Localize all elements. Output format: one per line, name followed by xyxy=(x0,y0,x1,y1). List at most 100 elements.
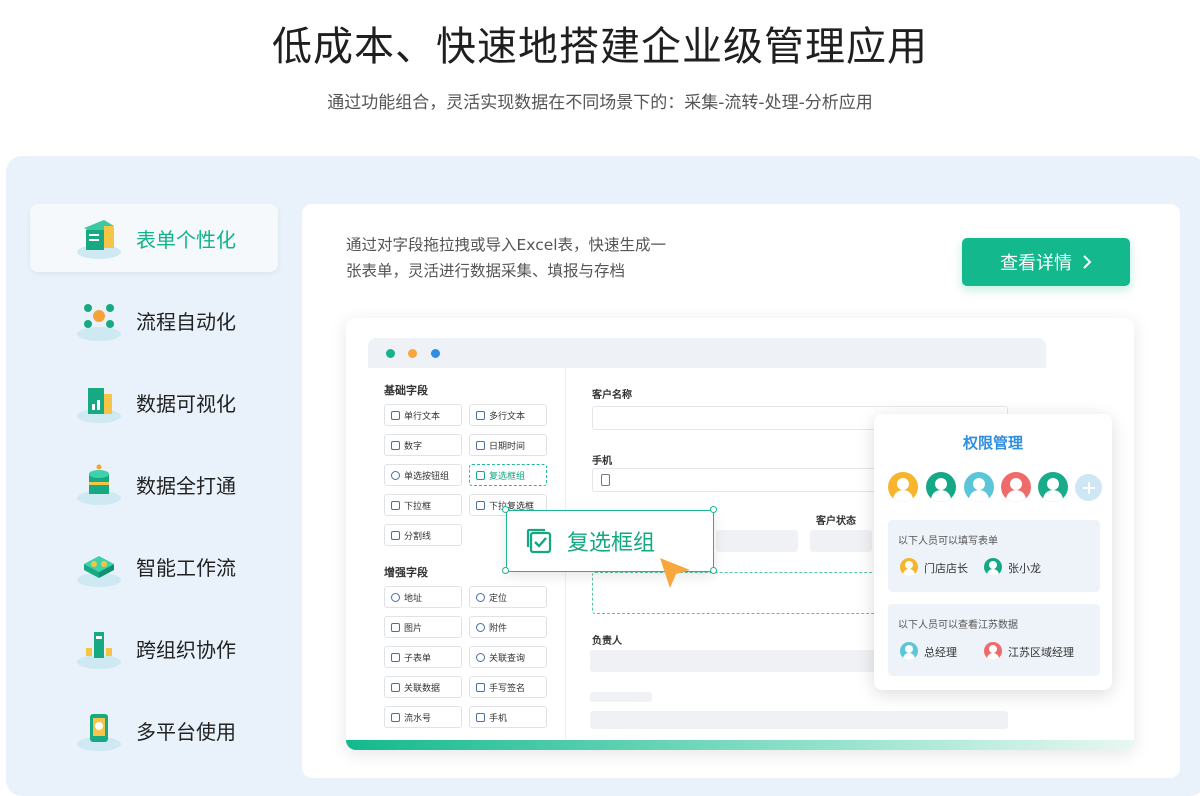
basic-fields-title: 基础字段 xyxy=(384,384,428,397)
nav-item-smart-flow[interactable]: 智能工作流 xyxy=(30,532,278,600)
description-line: 通过对字段拖拉拽或导入Excel表，快速生成一 xyxy=(346,236,667,254)
field-related-query[interactable]: 关联查询 xyxy=(469,646,547,668)
person-name: 门店店长 xyxy=(924,562,968,575)
owner-label: 负责人 xyxy=(592,636,622,647)
cursor-arrow-icon xyxy=(660,558,690,588)
view-permission-box: 以下人员可以查看江苏数据 总经理 江苏区域经理 xyxy=(888,604,1100,676)
field-label: 关联数据 xyxy=(404,683,441,694)
smart-flow-icon xyxy=(74,544,124,588)
divider-icon xyxy=(391,530,400,540)
field-dropdown[interactable]: 下拉框 xyxy=(384,494,462,516)
field-address[interactable]: 地址 xyxy=(384,586,462,608)
field-label: 单行文本 xyxy=(404,411,441,422)
nav-label: 跨组织协作 xyxy=(136,637,236,662)
hero-subtitle: 通过功能组合，灵活实现数据在不同场景下的：采集-流转-处理-分析应用 xyxy=(327,93,873,113)
avatar[interactable] xyxy=(1038,472,1068,502)
plus-icon xyxy=(1082,481,1095,494)
resize-handle[interactable] xyxy=(502,506,509,513)
field-label: 地址 xyxy=(404,593,423,604)
resize-handle[interactable] xyxy=(710,506,717,513)
textarea-icon xyxy=(476,410,485,420)
window-dot xyxy=(408,349,417,358)
advanced-fields-title: 增强字段 xyxy=(384,566,428,579)
nav-item-collaboration[interactable]: 跨组织协作 xyxy=(30,614,278,682)
form-icon xyxy=(74,216,124,260)
field-divider[interactable]: 分割线 xyxy=(384,524,462,546)
window-dot xyxy=(431,349,440,358)
resize-handle[interactable] xyxy=(502,567,509,574)
field-label: 子表单 xyxy=(404,653,432,664)
field-locate[interactable]: 定位 xyxy=(469,586,547,608)
status-select[interactable] xyxy=(810,530,872,552)
resize-handle[interactable] xyxy=(710,567,717,574)
person-name: 张小龙 xyxy=(1008,562,1041,575)
phone-input[interactable] xyxy=(592,468,892,492)
nav-item-visualization[interactable]: 数据可视化 xyxy=(30,368,278,436)
field-checkbox-group[interactable]: 复选框组 xyxy=(469,464,547,486)
field-signature[interactable]: 手写签名 xyxy=(469,676,547,698)
field-radio-group[interactable]: 单选按钮组 xyxy=(384,464,462,486)
field-single-text[interactable]: 单行文本 xyxy=(384,404,462,426)
field-serial-number[interactable]: 流水号 xyxy=(384,706,462,728)
accent-bar xyxy=(346,740,1134,750)
drop-zone[interactable] xyxy=(592,572,882,614)
person-name: 江苏区域经理 xyxy=(1008,646,1074,659)
phone-label: 手机 xyxy=(592,456,612,467)
table-icon xyxy=(391,652,400,662)
nav-label: 表单个性化 xyxy=(136,227,236,252)
form-placeholder xyxy=(716,530,798,552)
window-titlebar xyxy=(368,338,1046,368)
permission-title: 权限管理 xyxy=(962,434,1023,452)
field-subform[interactable]: 子表单 xyxy=(384,646,462,668)
field-label: 多行文本 xyxy=(489,411,526,422)
feature-description: 通过对字段拖拉拽或导入Excel表，快速生成一 张表单，灵活进行数据采集、填报与… xyxy=(346,232,686,284)
dropdown-icon xyxy=(391,500,400,510)
image-icon xyxy=(391,622,400,632)
list-icon xyxy=(476,500,485,510)
workflow-icon xyxy=(74,298,124,342)
field-label: 流水号 xyxy=(404,713,432,724)
field-image[interactable]: 图片 xyxy=(384,616,462,638)
field-label: 定位 xyxy=(489,593,508,604)
serial-icon xyxy=(391,712,400,722)
phone-icon xyxy=(601,474,610,486)
chevron-right-icon xyxy=(1083,255,1092,269)
nav-item-workflow[interactable]: 流程自动化 xyxy=(30,286,278,354)
link-icon xyxy=(391,682,400,692)
collaboration-icon xyxy=(74,626,124,670)
description-line: 张表单，灵活进行数据采集、填报与存档 xyxy=(346,262,626,280)
pen-icon xyxy=(476,682,485,692)
avatar[interactable] xyxy=(926,472,956,502)
form-placeholder xyxy=(590,692,652,702)
avatar xyxy=(900,558,918,576)
nav-item-form[interactable]: 表单个性化 xyxy=(30,204,278,272)
view-detail-label: 查看详情 xyxy=(1000,253,1072,274)
field-number[interactable]: 数字 xyxy=(384,434,462,456)
add-member-button[interactable] xyxy=(1075,474,1102,501)
field-label: 图片 xyxy=(404,623,423,634)
field-label: 手机 xyxy=(489,713,508,724)
field-related-data[interactable]: 关联数据 xyxy=(384,676,462,698)
field-multi-text[interactable]: 多行文本 xyxy=(469,404,547,426)
nav-item-data-link[interactable]: 数据全打通 xyxy=(30,450,278,518)
field-phone[interactable]: 手机 xyxy=(469,706,547,728)
customer-name-label: 客户名称 xyxy=(592,390,632,401)
view-permission-note: 以下人员可以查看江苏数据 xyxy=(898,620,1018,631)
window-dot xyxy=(386,349,395,358)
field-label: 附件 xyxy=(489,623,508,634)
location-pin-icon xyxy=(391,592,400,602)
nav-item-multi-platform[interactable]: 多平台使用 xyxy=(30,696,278,764)
field-attachment[interactable]: 附件 xyxy=(469,616,547,638)
avatar[interactable] xyxy=(964,472,994,502)
person-name: 总经理 xyxy=(924,646,957,659)
chart-icon xyxy=(74,380,124,424)
drag-item-label: 复选框组 xyxy=(567,531,656,556)
fill-permission-note: 以下人员可以填写表单 xyxy=(898,536,998,547)
hero-title: 低成本、快速地搭建企业级管理应用 xyxy=(272,24,928,70)
field-datetime[interactable]: 日期时间 xyxy=(469,434,547,456)
radio-icon xyxy=(391,470,400,480)
avatar[interactable] xyxy=(1001,472,1031,502)
avatar[interactable] xyxy=(888,472,918,502)
view-detail-button[interactable]: 查看详情 xyxy=(962,238,1130,286)
phone-icon xyxy=(476,712,485,722)
